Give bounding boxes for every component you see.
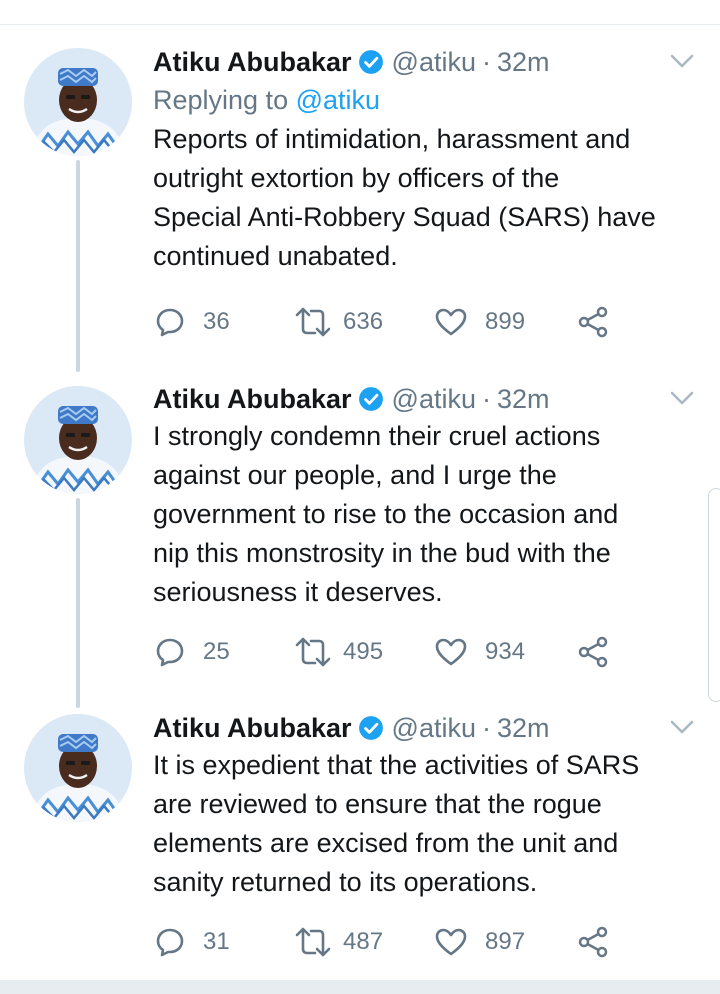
author-handle[interactable]: @atiku — [392, 384, 476, 415]
chevron-down-icon[interactable] — [668, 50, 696, 72]
retweet-icon — [293, 637, 333, 667]
tweet-actions: 25 495 934 — [155, 632, 609, 672]
share-button[interactable] — [577, 926, 609, 958]
tweet-text-line: nip this monstrosity in the bud with the — [153, 538, 611, 568]
separator: · — [482, 46, 491, 77]
edge-scroll-handle[interactable] — [708, 488, 720, 702]
profile-photo — [24, 714, 132, 822]
tweet-text-line: Special Anti-Robbery Squad (SARS) have — [153, 202, 656, 232]
tweet-text-line: are reviewed to ensure that the rogue — [153, 789, 602, 819]
reply-bubble-icon — [155, 927, 185, 957]
retweet-button[interactable]: 495 — [293, 637, 435, 667]
replying-mention-link[interactable]: @atiku — [296, 85, 380, 115]
share-icon — [577, 636, 609, 668]
share-button[interactable] — [577, 306, 609, 338]
chevron-down-icon[interactable] — [668, 716, 696, 738]
bottom-divider — [0, 980, 720, 994]
replying-to: Replying to @atiku — [153, 80, 696, 120]
top-divider — [0, 0, 720, 25]
tweet-header: Atiku Abubakar @atiku · 32m — [153, 44, 696, 80]
chevron-down-icon[interactable] — [668, 387, 696, 409]
author-name[interactable]: Atiku Abubakar — [153, 384, 352, 415]
tweet-text-line: against our people, and I urge the — [153, 460, 557, 490]
reply-bubble-icon — [155, 637, 185, 667]
like-button[interactable]: 897 — [435, 927, 577, 957]
tweet-header: Atiku Abubakar @atiku · 32m — [153, 710, 696, 746]
retweet-button[interactable]: 636 — [293, 307, 435, 337]
heart-icon — [435, 307, 467, 337]
like-button[interactable]: 934 — [435, 637, 577, 667]
profile-photo — [24, 386, 132, 494]
retweet-button[interactable]: 487 — [293, 927, 435, 957]
like-count: 899 — [485, 308, 526, 335]
reply-button[interactable]: 31 — [155, 927, 293, 957]
tweet-text-line: continued unabated. — [153, 241, 398, 271]
tweet-text-line: Reports of intimidation, harassment and — [153, 124, 631, 154]
tweet[interactable]: Atiku Abubakar @atiku · 32m I strongly c… — [0, 381, 720, 691]
retweet-icon — [293, 927, 333, 957]
tweet-time[interactable]: 32m — [497, 47, 550, 78]
separator: · — [482, 383, 491, 414]
retweet-count: 495 — [343, 638, 384, 665]
share-button[interactable] — [577, 636, 609, 668]
reply-count: 31 — [203, 928, 230, 955]
tweet-text: I strongly condemn their cruel actions a… — [153, 417, 696, 612]
retweet-count: 487 — [343, 928, 384, 955]
separator: · — [482, 712, 491, 743]
like-button[interactable]: 899 — [435, 307, 577, 337]
author-name[interactable]: Atiku Abubakar — [153, 47, 352, 78]
tweet-time[interactable]: 32m — [497, 713, 550, 744]
tweet-text-line: elements are excised from the unit and — [153, 828, 619, 858]
verified-badge-icon — [358, 386, 384, 412]
verified-badge-icon — [358, 715, 384, 741]
share-icon — [577, 926, 609, 958]
tweet-text: It is expedient that the activities of S… — [153, 746, 696, 902]
author-handle[interactable]: @atiku — [392, 713, 476, 744]
reply-count: 25 — [203, 638, 230, 665]
heart-icon — [435, 637, 467, 667]
author-handle[interactable]: @atiku — [392, 47, 476, 78]
replying-prefix: Replying to — [153, 85, 289, 115]
reply-count: 36 — [203, 308, 230, 335]
reply-button[interactable]: 25 — [155, 637, 293, 667]
avatar[interactable] — [24, 714, 132, 822]
tweet-text-line: sanity returned to its operations. — [153, 867, 538, 897]
tweet-time[interactable]: 32m — [497, 384, 550, 415]
tweet-actions: 36 636 899 — [155, 302, 609, 342]
share-icon — [577, 306, 609, 338]
retweet-icon — [293, 307, 333, 337]
tweet-text-line: outright extortion by officers of the — [153, 163, 560, 193]
profile-photo — [24, 48, 132, 156]
like-count: 934 — [485, 638, 526, 665]
retweet-count: 636 — [343, 308, 384, 335]
reply-button[interactable]: 36 — [155, 307, 293, 337]
verified-badge-icon — [358, 49, 384, 75]
like-count: 897 — [485, 928, 526, 955]
author-name[interactable]: Atiku Abubakar — [153, 713, 352, 744]
tweet-text-line: It is expedient that the activities of S… — [153, 750, 640, 780]
tweet[interactable]: Atiku Abubakar @atiku · 32m It is expedi… — [0, 710, 720, 975]
tweet-header: Atiku Abubakar @atiku · 32m — [153, 381, 696, 417]
avatar[interactable] — [24, 386, 132, 494]
tweet-text: Reports of intimidation, harassment and … — [153, 120, 696, 276]
tweet-text-line: government to rise to the occasion and — [153, 499, 619, 529]
heart-icon — [435, 927, 467, 957]
tweet-text-line: seriousness it deserves. — [153, 577, 443, 607]
tweet-actions: 31 487 897 — [155, 922, 609, 962]
reply-bubble-icon — [155, 307, 185, 337]
tweet[interactable]: Atiku Abubakar @atiku · 32m Replying to … — [0, 44, 720, 354]
tweet-text-line: I strongly condemn their cruel actions — [153, 421, 601, 451]
avatar[interactable] — [24, 48, 132, 156]
